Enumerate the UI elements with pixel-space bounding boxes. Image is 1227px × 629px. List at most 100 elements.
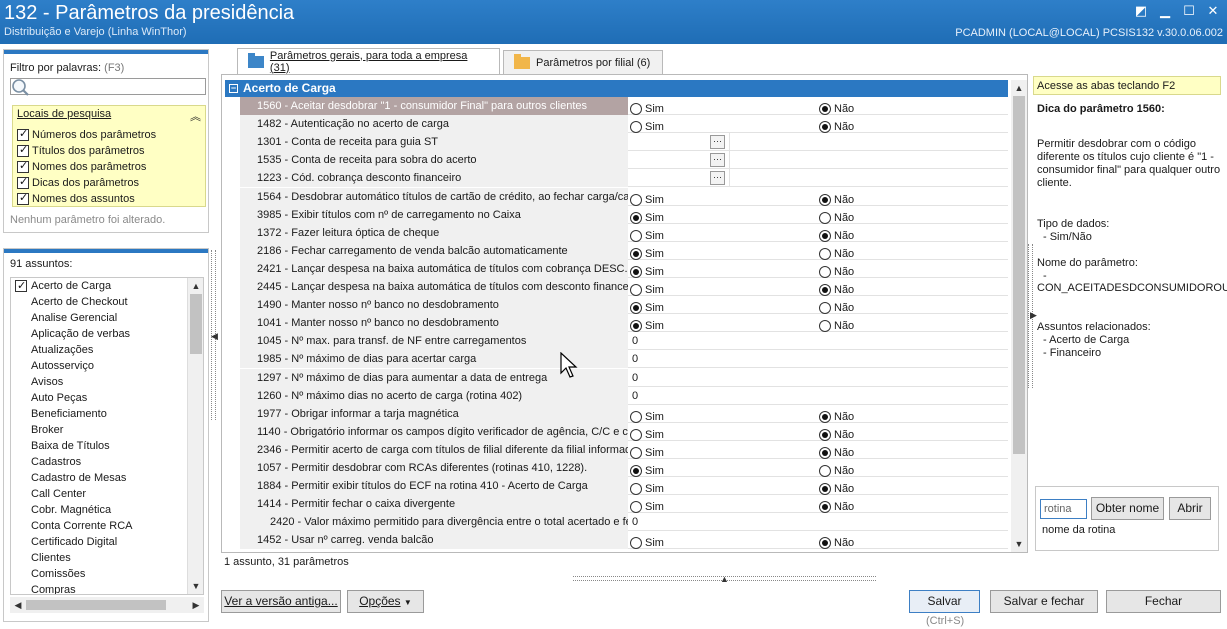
parameter-row[interactable]: 1482 - Autenticação no acerto de carga Si… — [240, 115, 1008, 134]
parameter-row[interactable]: 1260 - Nº máximo dias no acerto de carga… — [240, 386, 1008, 405]
subject-item[interactable]: Cadastro de Mesas — [11, 470, 126, 486]
checkbox-icon[interactable] — [17, 175, 29, 189]
subject-item[interactable]: Autosserviço — [11, 358, 94, 374]
radio-icon[interactable] — [819, 446, 831, 459]
close-icon[interactable]: ✕ — [1203, 2, 1223, 20]
radio-icon[interactable] — [630, 302, 642, 315]
parameter-row[interactable]: 1223 - Cód. cobrança desconto financeiro… — [240, 169, 1008, 188]
radio-icon[interactable] — [630, 193, 642, 206]
checkbox-icon[interactable] — [17, 191, 29, 205]
maximize-icon[interactable]: ☐ — [1179, 2, 1199, 20]
radio-icon[interactable] — [630, 211, 642, 224]
scroll-thumb[interactable] — [1013, 96, 1025, 454]
parameter-row[interactable]: 1414 - Permitir fechar o caixa divergent… — [240, 495, 1008, 514]
subject-item[interactable]: Conta Corrente RCA — [11, 518, 133, 534]
old-version-button[interactable]: Ver a versão antiga... — [221, 590, 341, 613]
subject-item[interactable]: Baixa de Títulos — [11, 438, 110, 454]
radio-icon[interactable] — [630, 229, 642, 242]
radio-icon[interactable] — [819, 483, 831, 496]
radio-icon[interactable] — [630, 446, 642, 459]
scroll-up-icon[interactable]: ▲ — [1011, 80, 1027, 96]
checkbox-icon[interactable] — [17, 127, 29, 141]
tab-branch-parameters[interactable]: Parâmetros por filial (6) — [503, 50, 663, 74]
radio-icon[interactable] — [819, 193, 831, 206]
radio-icon[interactable] — [819, 211, 831, 224]
parameter-row[interactable]: 1372 - Fazer leitura óptica de cheque Sim… — [240, 223, 1008, 242]
parameter-row[interactable]: 2346 - Permitir acerto de carga com títu… — [240, 440, 1008, 459]
location-option-param-names[interactable]: Nomes dos parâmetros — [17, 159, 146, 174]
parameter-row[interactable]: 1057 - Permitir desdobrar com RCAs difer… — [240, 459, 1008, 477]
radio-icon[interactable] — [819, 284, 831, 296]
parameter-row[interactable]: 2421 - Lançar despesa na baixa automátic… — [240, 259, 1008, 278]
radio-icon[interactable] — [630, 465, 642, 477]
location-option-param-numbers[interactable]: Números dos parâmetros — [17, 127, 156, 142]
subject-item[interactable]: Cadastros — [11, 454, 81, 470]
radio-icon[interactable] — [819, 537, 831, 550]
chevron-up-icon[interactable]: ▲ — [720, 574, 729, 584]
radio-icon[interactable] — [630, 483, 642, 496]
number-value[interactable]: 0 — [632, 350, 638, 368]
parameter-row[interactable]: 1884 - Permitir exibir títulos do ECF na… — [240, 477, 1008, 496]
lookup-button[interactable]: ··· — [710, 153, 725, 168]
filter-search-input[interactable] — [10, 78, 206, 95]
restore-icon[interactable]: ◩ — [1131, 2, 1151, 20]
radio-icon[interactable] — [819, 265, 831, 278]
subject-item[interactable]: Compras — [11, 582, 76, 594]
collapse-icon[interactable]: ︽ — [190, 108, 201, 124]
subject-item[interactable]: Comissões — [11, 566, 85, 582]
parameter-row[interactable]: 1452 - Usar nº carreg. venda balcão Sim Nã… — [240, 531, 1008, 552]
save-button[interactable]: Salvar — [909, 590, 980, 613]
parameter-row[interactable]: 1564 - Desdobrar automático títulos de c… — [240, 187, 1008, 206]
parameter-row[interactable]: 1490 - Manter nosso nº banco no desdobra… — [240, 296, 1008, 315]
parameter-row[interactable]: 1041 - Manter nosso nº banco no desdobra… — [240, 314, 1008, 333]
number-value[interactable]: 0 — [632, 513, 638, 531]
chevron-left-icon[interactable]: ◀ — [211, 331, 218, 342]
search-locations-title[interactable]: Locais de pesquisa — [17, 108, 111, 120]
subjects-hscrollbar[interactable]: ◀ ▶ — [10, 597, 204, 613]
checkbox-icon[interactable] — [15, 278, 27, 294]
radio-icon[interactable] — [819, 247, 831, 260]
open-button[interactable]: Abrir — [1169, 497, 1211, 520]
subject-item-acerto-de-carga[interactable]: Acerto de Carga — [11, 278, 111, 294]
parameter-row[interactable]: 2445 - Lançar despesa na baixa automátic… — [240, 278, 1008, 296]
subject-item[interactable]: Atualizações — [11, 342, 93, 358]
subject-item[interactable]: Broker — [11, 422, 63, 438]
parameter-row[interactable]: 1301 - Conta de receita para guia ST ··· — [240, 133, 1008, 152]
parameter-row[interactable]: 1535 - Conta de receita para sobra do ac… — [240, 151, 1008, 170]
save-close-button[interactable]: Salvar e fechar — [990, 590, 1098, 613]
radio-icon[interactable] — [819, 103, 831, 115]
checkbox-icon[interactable] — [17, 159, 29, 173]
parameter-row[interactable]: 2420 - Valor máximo permitido para diver… — [240, 513, 1008, 532]
radio-icon[interactable] — [630, 284, 642, 296]
lookup-button[interactable]: ··· — [710, 171, 725, 186]
radio-icon[interactable] — [819, 501, 831, 514]
subject-item[interactable]: Cobr. Magnética — [11, 502, 111, 518]
radio-icon[interactable] — [819, 410, 831, 423]
options-button[interactable]: Opções ▼ — [347, 590, 424, 613]
subjects-scrollbar[interactable]: ▲ ▼ — [187, 278, 203, 594]
scroll-down-icon[interactable]: ▼ — [1011, 536, 1027, 552]
radio-icon[interactable] — [630, 428, 642, 441]
subject-item[interactable]: Beneficiamento — [11, 406, 107, 422]
scroll-up-icon[interactable]: ▲ — [188, 278, 203, 294]
number-value[interactable]: 0 — [632, 387, 638, 405]
subject-item[interactable]: Clientes — [11, 550, 71, 566]
group-header[interactable]: − Acerto de Carga — [225, 80, 1008, 97]
subject-item[interactable]: Analise Gerencial — [11, 310, 117, 326]
yes-radio[interactable]: Sim — [630, 534, 664, 552]
radio-icon[interactable] — [630, 265, 642, 278]
scroll-down-icon[interactable]: ▼ — [188, 578, 203, 594]
parameter-row[interactable]: 3985 - Exibir títulos com nº de carregam… — [240, 205, 1008, 224]
radio-icon[interactable] — [630, 501, 642, 514]
parameter-row[interactable]: 1560 - Aceitar desdobrar "1 - consumidor… — [240, 97, 1008, 115]
radio-icon[interactable] — [630, 320, 642, 333]
radio-icon[interactable] — [630, 247, 642, 260]
close-button[interactable]: Fechar — [1106, 590, 1221, 613]
radio-icon[interactable] — [630, 410, 642, 423]
collapse-icon[interactable]: − — [229, 84, 238, 93]
parameter-row[interactable]: 1985 - Nº máximo de dias para acertar ca… — [240, 350, 1008, 369]
subject-item[interactable]: Aplicação de verbas — [11, 326, 130, 342]
subject-item[interactable]: Auto Peças — [11, 390, 87, 406]
no-radio[interactable]: Não — [819, 534, 854, 552]
checkbox-icon[interactable] — [17, 143, 29, 157]
